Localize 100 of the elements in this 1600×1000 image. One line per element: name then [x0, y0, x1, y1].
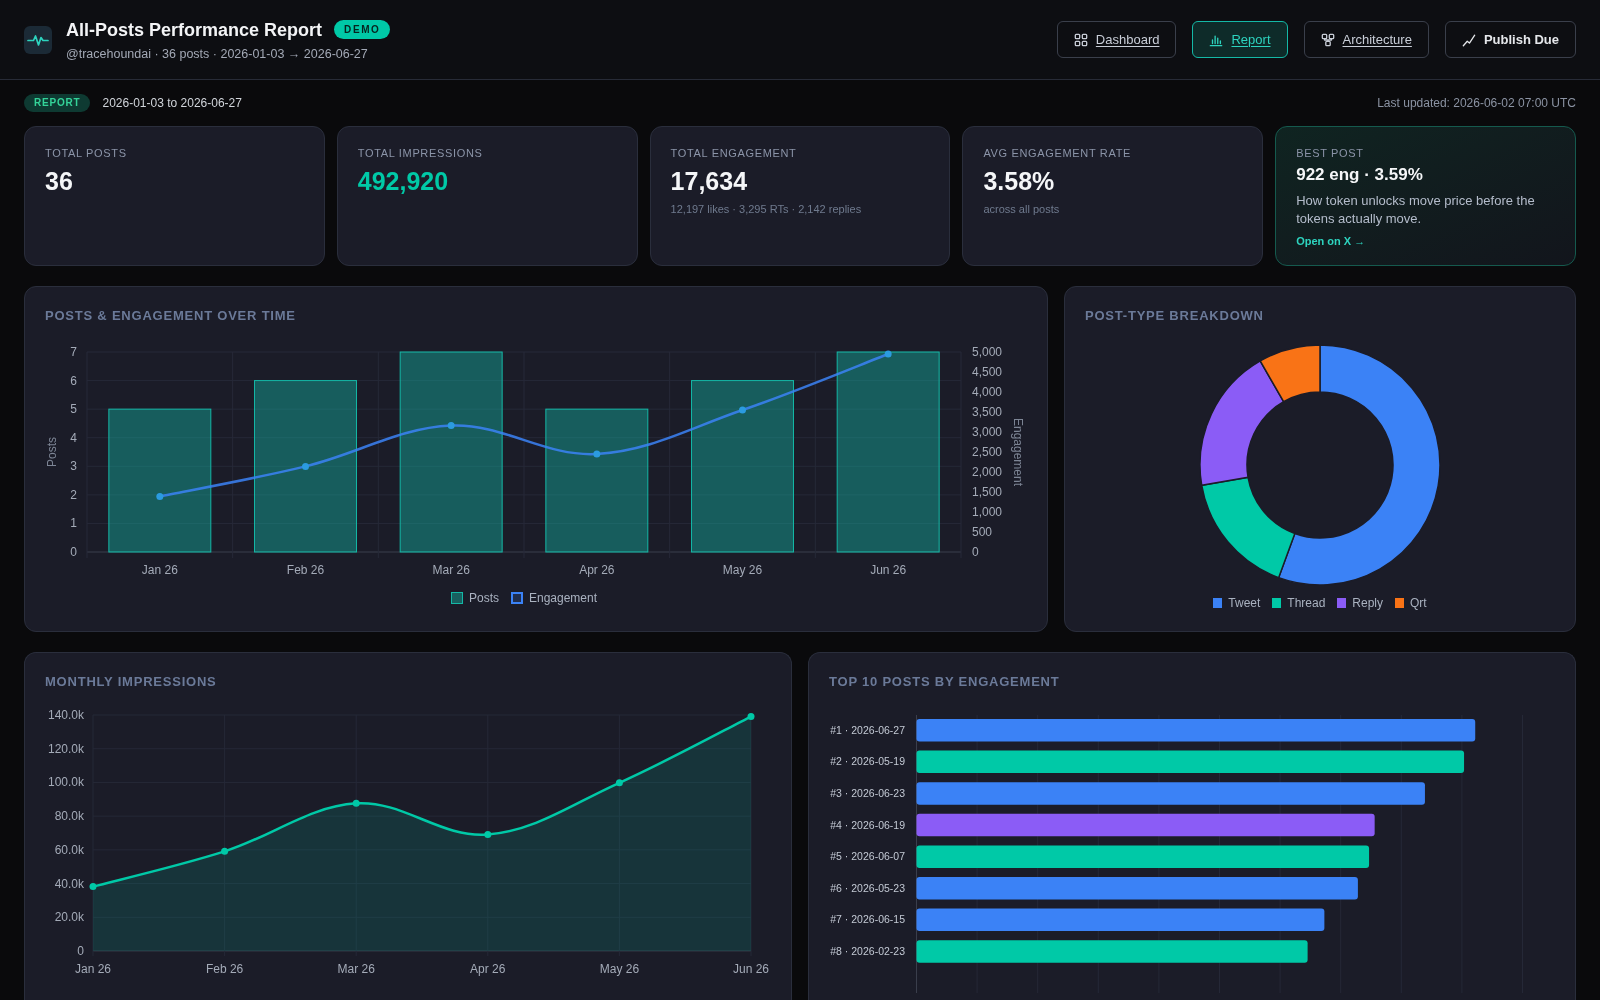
- diagram-icon: [1320, 32, 1335, 47]
- axis-tick-label: 40.0k: [54, 876, 84, 891]
- axis-tick-label: 2,500: [972, 445, 1003, 459]
- axis-tick-label: 120.0k: [47, 741, 84, 756]
- data-point: [352, 799, 360, 807]
- axis-tick-label: 4,000: [972, 385, 1003, 399]
- axis-category-label: Jan 26: [141, 563, 178, 577]
- bar-label: #8 · 2026-02-23: [830, 944, 905, 957]
- axis-category-label: Mar 26: [337, 962, 375, 976]
- axis-tick-label: 100.0k: [47, 775, 84, 790]
- axis-tick-label: 6: [70, 373, 77, 388]
- axis-tick-label: 2,000: [972, 465, 1003, 479]
- chart-title: MONTHLY IMPRESSIONS: [45, 673, 218, 691]
- data-point: [747, 713, 755, 720]
- legend-label: Thread: [1287, 595, 1326, 612]
- axis-tick-label: 60.0k: [54, 842, 84, 857]
- axis-category-label: May 26: [599, 962, 640, 976]
- axis-title: Posts: [45, 437, 59, 467]
- legend-swatch-icon: [450, 592, 463, 604]
- legend-swatch-icon: [510, 592, 523, 604]
- trend-line-icon: [1461, 32, 1476, 47]
- axis-tick-label: 0: [972, 545, 979, 559]
- axis-title: Engagement: [1011, 417, 1025, 487]
- kpi-label: BEST POST: [1296, 146, 1365, 160]
- axis-tick-label: 20.0k: [54, 910, 84, 925]
- axis-tick-label: 140.0k: [47, 708, 84, 722]
- axis-tick-label: 0: [70, 545, 77, 559]
- axis-category-label: Jun 26: [733, 962, 769, 976]
- nav-link[interactable]: Dashboard: [1056, 21, 1177, 58]
- kpi-value: 492,920: [357, 166, 450, 196]
- pulse-logo-icon: [24, 25, 52, 54]
- axis-category-label: Mar 26: [432, 563, 470, 577]
- report-title: All-Posts Performance Report: [66, 18, 323, 42]
- axis-tick-label: 4,500: [972, 365, 1003, 379]
- demo-badge: DEMO: [334, 20, 391, 39]
- kpi-value: 922 eng · 3.59%: [1296, 164, 1424, 186]
- data-point: [484, 831, 492, 838]
- report-badge: REPORT: [24, 94, 91, 112]
- kpi-value: 17,634: [670, 166, 749, 196]
- axis-category-label: Jan 26: [75, 962, 111, 976]
- axis-tick-label: 1,000: [972, 505, 1003, 519]
- axis-tick-label: 2: [70, 487, 77, 502]
- kpi-label: TOTAL POSTS: [45, 146, 128, 160]
- date-range: 2026-01-03 to 2026-06-27: [102, 95, 242, 112]
- axis-category-label: Apr 26: [579, 563, 615, 577]
- bar-label: #2 · 2026-05-19: [830, 755, 905, 768]
- grid-icon: [1073, 32, 1088, 47]
- axis-tick-label: 1: [70, 516, 77, 531]
- kpi-value: 3.58%: [983, 166, 1056, 196]
- nav-link[interactable]: Report: [1192, 21, 1288, 58]
- data-point: [89, 883, 97, 891]
- data-point: [593, 450, 601, 458]
- bar-label: #7 · 2026-06-15: [830, 913, 905, 926]
- post-excerpt: How token unlocks move price before the tokens actually move.: [1296, 192, 1536, 228]
- legend-label: Posts: [468, 590, 499, 607]
- legend-label: Reply: [1352, 595, 1384, 612]
- axis-tick-label: 5: [70, 402, 77, 417]
- kpi-label: TOTAL ENGAGEMENT: [670, 146, 798, 160]
- axis-tick-label: 3,000: [972, 425, 1003, 439]
- bar-label: #3 · 2026-06-23: [830, 786, 905, 799]
- data-point: [739, 406, 746, 414]
- axis-tick-label: 3: [70, 459, 77, 474]
- bar-label: #6 · 2026-05-23: [830, 881, 905, 894]
- legend-label: Tweet: [1228, 595, 1261, 612]
- axis-category-label: Apr 26: [470, 962, 506, 976]
- action-button[interactable]: Publish Due: [1444, 21, 1576, 58]
- axis-tick-label: 1,500: [972, 485, 1003, 499]
- kpi-detail: across all posts: [983, 202, 1061, 216]
- bar-label: #5 · 2026-06-07: [830, 850, 905, 863]
- bar-label: #1 · 2026-06-27: [830, 723, 905, 736]
- last-updated: Last updated: 2026-06-02 07:00 UTC: [1377, 95, 1576, 112]
- data-point: [615, 779, 623, 787]
- axis-category-label: Feb 26: [286, 563, 325, 577]
- data-point: [156, 492, 164, 500]
- data-point: [302, 462, 309, 470]
- axis-tick-label: 0: [77, 944, 84, 958]
- kpi-label: TOTAL IMPRESSIONS: [357, 146, 484, 160]
- axis-tick-label: 7: [70, 345, 77, 359]
- axis-category-label: Jun 26: [870, 563, 907, 577]
- data-point: [447, 422, 455, 430]
- data-point: [221, 847, 229, 855]
- kpi-value: 36: [45, 166, 74, 196]
- nav-link[interactable]: Architecture: [1303, 21, 1429, 58]
- axis-tick-label: 5,000: [972, 345, 1003, 359]
- chart-title: POSTS & ENGAGEMENT OVER TIME: [45, 307, 297, 325]
- legend-label: Engagement: [528, 590, 598, 607]
- axis-tick-label: 4: [70, 430, 77, 445]
- kpi-detail: 12,197 likes · 3,295 RTs · 2,142 replies: [670, 202, 863, 216]
- axis-tick-label: 80.0k: [54, 809, 84, 824]
- axis-tick-label: 3,500: [972, 405, 1003, 419]
- data-point: [884, 350, 892, 358]
- axis-category-label: May 26: [722, 563, 763, 577]
- axis-category-label: Feb 26: [205, 962, 244, 976]
- report-subtitle: @tracehoundai · 36 posts · 2026-01-03 → 2026-06-27: [66, 45, 369, 62]
- axis-tick-label: 500: [972, 525, 993, 539]
- open-post-link[interactable]: Open on X →: [1296, 234, 1366, 248]
- legend-label: Qrt: [1410, 595, 1427, 612]
- kpi-label: AVG ENGAGEMENT RATE: [983, 146, 1132, 160]
- chart-title: POST-TYPE BREAKDOWN: [1085, 307, 1265, 325]
- bar-label: #4 · 2026-06-19: [830, 818, 905, 831]
